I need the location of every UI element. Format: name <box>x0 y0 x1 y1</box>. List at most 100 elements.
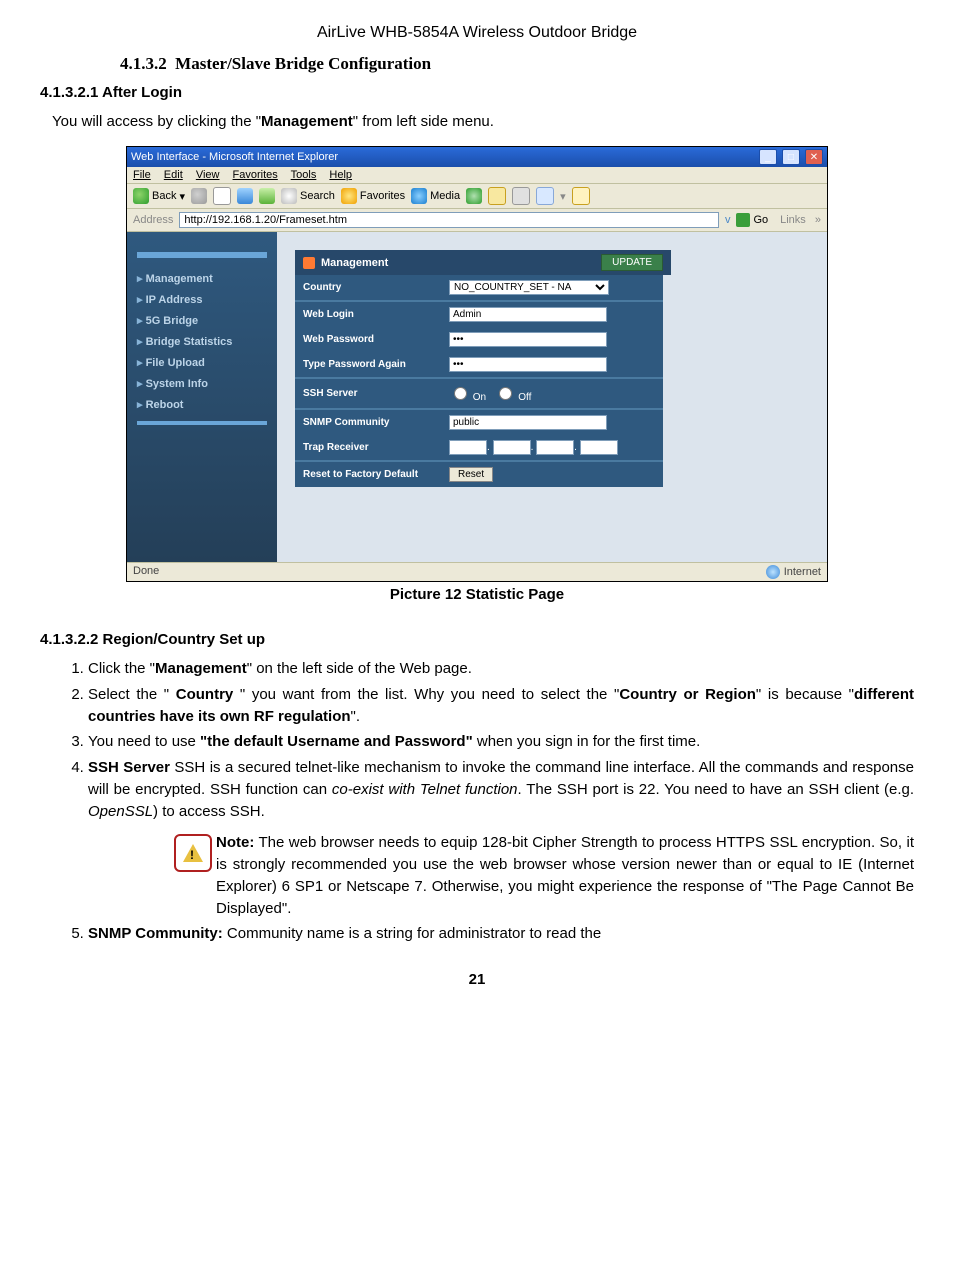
config-table: Country NO_COUNTRY_SET - NA Web Login We… <box>295 275 663 487</box>
media-button[interactable]: Media <box>411 188 460 204</box>
retype-label: Type Password Again <box>295 352 441 378</box>
t: The web browser needs to equip 128-bit C… <box>216 834 914 916</box>
sidebar-item-management[interactable]: Management <box>137 272 267 285</box>
t: Note: <box>216 834 254 851</box>
t: " is because " <box>756 686 854 703</box>
sidebar-item-ip[interactable]: IP Address <box>137 293 267 306</box>
ie-window: Web Interface - Microsoft Internet Explo… <box>126 146 828 582</box>
favorites-label: Favorites <box>360 190 405 202</box>
retype-input[interactable] <box>449 357 607 372</box>
favorites-button[interactable]: Favorites <box>341 188 405 204</box>
t: Select the " <box>88 686 176 703</box>
sidebar-item-stats[interactable]: Bridge Statistics <box>137 335 267 348</box>
t: ". <box>351 708 361 725</box>
search-button[interactable]: Search <box>281 188 335 204</box>
address-dropdown-icon[interactable]: v <box>725 214 731 226</box>
t: Click the " <box>88 660 155 677</box>
country-select[interactable]: NO_COUNTRY_SET - NA <box>449 280 609 295</box>
status-bar: Done Internet <box>127 562 827 581</box>
history-icon[interactable] <box>466 188 482 204</box>
mail-icon[interactable] <box>488 187 506 205</box>
maximize-button[interactable]: □ <box>782 149 800 165</box>
text-bold: Management <box>261 113 353 130</box>
menu-view[interactable]: View <box>196 169 220 181</box>
t: ) to access SSH. <box>153 803 265 820</box>
back-icon <box>133 188 149 204</box>
home-icon[interactable] <box>259 188 275 204</box>
forward-button[interactable] <box>191 188 207 204</box>
edit-icon[interactable] <box>536 187 554 205</box>
links-label[interactable]: Links <box>780 214 806 226</box>
menu-file[interactable]: File <box>133 169 151 181</box>
menu-tools[interactable]: Tools <box>291 169 317 181</box>
print-icon[interactable] <box>512 187 530 205</box>
sidebar-item-reboot[interactable]: Reboot <box>137 398 267 411</box>
list-item: SNMP Community: Community name is a stri… <box>88 923 914 945</box>
back-button[interactable]: Back ▾ <box>133 188 185 204</box>
weblogin-label: Web Login <box>295 302 441 327</box>
discuss-icon[interactable] <box>572 187 590 205</box>
reset-button[interactable]: Reset <box>449 467 493 482</box>
menu-edit[interactable]: Edit <box>164 169 183 181</box>
trap-ip-1[interactable] <box>449 440 487 455</box>
sidebar-bottom-accent <box>137 421 267 425</box>
reset-label: Reset to Factory Default <box>295 462 441 487</box>
weblogin-input[interactable] <box>449 307 607 322</box>
list-item: Click the "Management" on the left side … <box>88 658 914 680</box>
snmp-input[interactable] <box>449 415 607 430</box>
trap-ip-2[interactable] <box>493 440 531 455</box>
webpass-input[interactable] <box>449 332 607 347</box>
search-label: Search <box>300 190 335 202</box>
t: " you want from the list. Why you need t… <box>233 686 619 703</box>
favorites-icon <box>341 188 357 204</box>
t: when you sign in for the first time. <box>473 733 701 750</box>
note-block: Note: The web browser needs to equip 128… <box>174 832 914 919</box>
t: Community name is a string for administr… <box>223 925 602 942</box>
menu-help[interactable]: Help <box>329 169 352 181</box>
sidebar-item-sysinfo[interactable]: System Info <box>137 377 267 390</box>
t: OpenSSL <box>88 803 153 820</box>
ssh-off-option[interactable]: Off <box>494 392 531 403</box>
config-panel: Management UPDATE Country NO_COUNTRY_SET… <box>277 232 827 562</box>
t: Management <box>155 660 247 677</box>
ssh-on-option[interactable]: On <box>449 392 486 403</box>
note-text: Note: The web browser needs to equip 128… <box>216 832 914 919</box>
figure-caption: Picture 12 Statistic Page <box>40 586 914 603</box>
t: Country <box>176 686 234 703</box>
toolbar: Back ▾ Search Favorites Media ▾ <box>127 184 827 209</box>
minimize-button[interactable]: _ <box>759 149 777 165</box>
after-login-text: You will access by clicking the "Managem… <box>52 111 914 132</box>
address-input[interactable] <box>179 212 719 228</box>
ssh-on-radio[interactable] <box>454 387 467 400</box>
ssh-label: SSH Server <box>295 379 441 409</box>
snmp-label: SNMP Community <box>295 410 441 435</box>
menu-favorites[interactable]: Favorites <box>233 169 278 181</box>
go-button[interactable]: Go <box>736 213 768 227</box>
ssh-off-radio[interactable] <box>499 387 512 400</box>
content-area: Management IP Address 5G Bridge Bridge S… <box>127 232 827 562</box>
go-label: Go <box>753 214 768 226</box>
address-label: Address <box>133 214 173 226</box>
trap-ip-4[interactable] <box>580 440 618 455</box>
panel-icon <box>303 257 315 269</box>
refresh-icon[interactable] <box>237 188 253 204</box>
ssh-off-label: Off <box>518 392 531 403</box>
forward-icon <box>191 188 207 204</box>
search-icon <box>281 188 297 204</box>
section-number: 4.1.3.2 <box>120 54 167 73</box>
sidebar-item-bridge[interactable]: 5G Bridge <box>137 314 267 327</box>
country-label: Country <box>295 275 441 301</box>
status-net-label: Internet <box>784 566 821 578</box>
sidebar-item-upload[interactable]: File Upload <box>137 356 267 369</box>
internet-zone-icon <box>766 565 780 579</box>
trap-ip-3[interactable] <box>536 440 574 455</box>
close-button[interactable]: ✕ <box>805 149 823 165</box>
window-titlebar: Web Interface - Microsoft Internet Explo… <box>127 147 827 167</box>
t: You need to use <box>88 733 200 750</box>
update-button[interactable]: UPDATE <box>601 254 663 271</box>
back-label: Back <box>152 190 176 202</box>
panel-header: Management UPDATE <box>295 250 671 275</box>
stop-icon[interactable] <box>213 187 231 205</box>
trap-label: Trap Receiver <box>295 435 441 461</box>
sidebar: Management IP Address 5G Bridge Bridge S… <box>127 232 277 562</box>
